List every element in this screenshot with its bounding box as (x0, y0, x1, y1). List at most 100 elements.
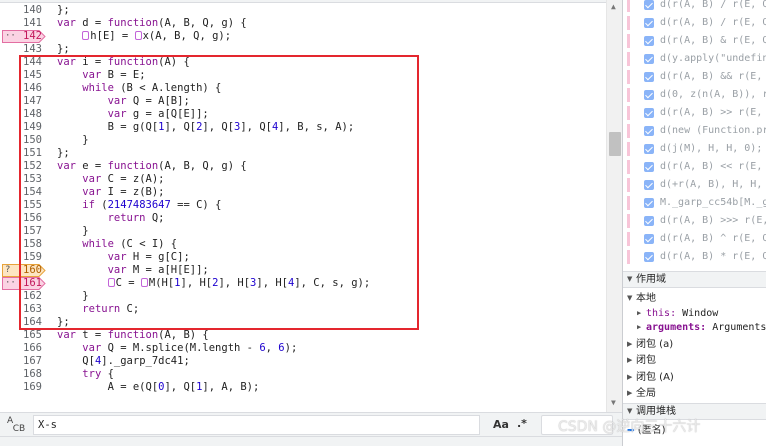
line-number[interactable]: 140 (0, 4, 42, 17)
breakpoint-code: d(r(A, B) & r(E, Q (660, 35, 766, 46)
checkbox-icon[interactable] (644, 0, 654, 10)
breakpoint-stripe (627, 124, 630, 138)
tab-bar-edge (0, 0, 606, 3)
checkbox-icon[interactable] (644, 198, 654, 208)
drawer-tab-strip (0, 436, 622, 446)
arguments-value: Arguments (712, 322, 766, 333)
scope-closure-a[interactable]: ▶ 闭包 (a) (623, 336, 766, 352)
breakpoint-stripe (627, 106, 630, 120)
line-number[interactable]: 166 (0, 342, 42, 355)
breakpoint-stripe (627, 52, 630, 66)
line-number[interactable]: 168 (0, 368, 42, 381)
breakpoint-item[interactable]: d(y.apply("undefin (623, 50, 766, 68)
line-number[interactable]: 169 (0, 381, 42, 394)
breakpoint-marker[interactable]: ·· 142 (2, 30, 46, 43)
breakpoint-code: d(r(A, B) && r(E, (660, 71, 766, 82)
checkbox-icon[interactable] (644, 180, 654, 190)
breakpoint-item[interactable]: d(r(A, B) * r(E, Q (623, 248, 766, 266)
breakpoint-item[interactable]: d(+r(A, B), H, H, 0 (623, 176, 766, 194)
checkbox-icon[interactable] (644, 36, 654, 46)
scrollbar-thumb[interactable] (609, 132, 621, 156)
code-line: 169 A = e(Q[0], Q[1], A, B); (0, 381, 606, 394)
code-text: var t = function(A, B) { (57, 329, 209, 341)
code-text: h[E] = x(A, B, Q, g); (57, 30, 231, 43)
line-number[interactable]: 141 (0, 17, 42, 30)
checkbox-icon[interactable] (644, 126, 654, 136)
breakpoint-item[interactable]: d(r(A, B) && r(E, (623, 68, 766, 86)
breakpoint-item[interactable]: M._garp_cc54b[M._ga (623, 194, 766, 212)
line-number[interactable]: 165 (0, 329, 42, 342)
breakpoint-item[interactable]: d(r(A, B) / r(E, Q (623, 14, 766, 32)
scope-closure-A[interactable]: ▶ 闭包 (A) (623, 369, 766, 385)
breakpoint-item[interactable]: d(r(A, B) & r(E, Q (623, 32, 766, 50)
breakpoint-item[interactable]: d(new (Function.pro (623, 122, 766, 140)
code-text: }; (57, 4, 70, 16)
breakpoint-item[interactable]: d(r(A, B) ^ r(E, Q (623, 230, 766, 248)
regex-search-icon[interactable]: A CB (7, 417, 25, 434)
breakpoint-stripe (627, 70, 630, 84)
checkbox-icon[interactable] (644, 144, 654, 154)
breakpoint-item[interactable]: d(j(M), H, H, 0); (623, 140, 766, 158)
code-editor[interactable]: 140}; 141 var d = function(A, B, Q, g) {··… (0, 0, 606, 412)
code-text: A = e(Q[0], Q[1], A, B); (57, 381, 260, 393)
breakpoint-code: d(y.apply("undefin (660, 53, 766, 64)
editor-scrollbar[interactable]: ▲ ▼ (606, 0, 622, 412)
scroll-down-icon[interactable]: ▼ (611, 398, 616, 407)
checkbox-icon[interactable] (644, 234, 654, 244)
breakpoint-stripe (627, 250, 630, 264)
closure-label: 闭包 (a) (636, 339, 674, 350)
breakpoint-item[interactable]: d(r(A, B) >>> r(E, (623, 212, 766, 230)
closure-label: 闭包 (A) (636, 372, 674, 383)
breakpoint-code: d(r(A, B) * r(E, Q (660, 251, 766, 262)
scope-closure[interactable]: ▶ 闭包 (623, 352, 766, 368)
breakpoint-code: d(r(A, B) / r(E, Q (660, 0, 766, 10)
breakpoint-type-icon: ·· (5, 31, 16, 41)
checkbox-icon[interactable] (644, 18, 654, 28)
breakpoint-stripe (627, 88, 630, 102)
scope-section-header[interactable]: ▼ 作用域 (623, 271, 766, 288)
checkbox-icon[interactable] (644, 162, 654, 172)
search-bar: A CB Aa .* (0, 412, 622, 436)
highlight-rectangle (19, 55, 419, 330)
checkbox-icon[interactable] (644, 108, 654, 118)
checkbox-icon[interactable] (644, 54, 654, 64)
code-line: 167 Q[4]._garp_7dc41; (0, 355, 606, 368)
code-line: 140}; (0, 4, 606, 17)
breakpoint-stripe (627, 196, 630, 210)
breakpoint-stripe (627, 0, 630, 12)
breakpoint-item[interactable]: d(r(A, B) / r(E, Q (623, 0, 766, 14)
watermark: CSDN @逆向三十六计 (558, 419, 701, 435)
breakpoint-type-icon: ? (5, 265, 11, 275)
breakpoint-stripe (627, 178, 630, 192)
breakpoint-stripe (627, 232, 630, 246)
breakpoint-stripe (627, 214, 630, 228)
breakpoint-code: M._garp_cc54b[M._ga (660, 197, 766, 208)
breakpoint-code: d(+r(A, B), H, H, 0 (660, 179, 766, 190)
scope-local[interactable]: ▼ 本地 (623, 290, 766, 306)
line-number[interactable]: 142 (23, 30, 42, 43)
breakpoint-stripe (627, 34, 630, 48)
breakpoint-item[interactable]: d(0, z(n(A, B)), r (623, 86, 766, 104)
checkbox-icon[interactable] (644, 216, 654, 226)
scroll-up-icon[interactable]: ▲ (611, 2, 616, 11)
scope-title: 作用域 (636, 274, 666, 285)
code-line: ·· 142 h[E] = x(A, B, Q, g); (0, 30, 606, 43)
line-number[interactable]: 167 (0, 355, 42, 368)
search-input[interactable] (33, 415, 480, 435)
checkbox-icon[interactable] (644, 72, 654, 82)
breakpoint-code: d(r(A, B) ^ r(E, Q (660, 233, 766, 244)
breakpoint-code: d(r(A, B) / r(E, Q (660, 17, 766, 28)
breakpoint-code: d(r(A, B) >>> r(E, (660, 215, 766, 226)
match-case-button[interactable]: Aa (493, 418, 509, 431)
local-label: 本地 (636, 293, 656, 304)
checkbox-icon[interactable] (644, 90, 654, 100)
breakpoint-item[interactable]: d(r(A, B) >> r(E, (623, 104, 766, 122)
code-text: var Q = M.splice(M.length - 6, 6); (82, 342, 298, 354)
breakpoint-code: d(new (Function.pro (660, 125, 766, 136)
regex-button[interactable]: .* (517, 417, 527, 430)
collapsed-triangle-icon: ▶ (627, 356, 633, 364)
checkbox-icon[interactable] (644, 252, 654, 262)
breakpoint-item[interactable]: d(r(A, B) << r(E, (623, 158, 766, 176)
scope-arguments[interactable]: ▶ arguments: Arguments (623, 319, 766, 335)
scope-global[interactable]: ▶ 全局 (623, 385, 766, 401)
